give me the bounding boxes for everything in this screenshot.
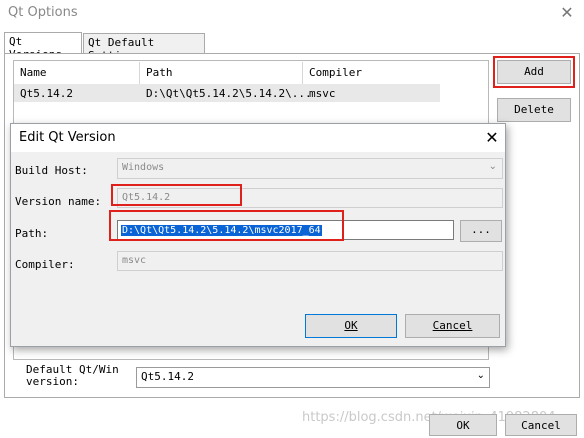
column-separator: [302, 62, 303, 84]
row-path-cell: D:\Qt\Qt5.14.2\5.14.2\...: [146, 87, 312, 100]
default-version-label: Default Qt/Win version:: [26, 363, 119, 388]
tab-qt-versions[interactable]: Qt Versions: [4, 32, 82, 61]
outer-window-title: Qt Options: [8, 5, 78, 20]
row-name-cell: Qt5.14.2: [20, 87, 73, 100]
highlight-box-add: [493, 56, 575, 88]
column-separator: [139, 62, 140, 84]
chevron-down-icon: ⌄: [488, 161, 497, 172]
default-version-value: Qt5.14.2: [141, 370, 194, 383]
column-header-compiler[interactable]: Compiler: [309, 66, 362, 82]
column-header-name[interactable]: Name: [20, 66, 47, 82]
tab-qt-default-settings[interactable]: Qt Default Settings: [83, 33, 205, 62]
compiler-label: Compiler:: [15, 258, 75, 271]
dialog-ok-button[interactable]: OK: [305, 314, 397, 338]
delete-button[interactable]: Delete: [497, 98, 571, 122]
close-icon[interactable]: ✕: [556, 3, 578, 23]
dialog-title: Edit Qt Version: [19, 130, 116, 145]
close-icon[interactable]: ✕: [482, 128, 502, 148]
build-host-select: Windows ⌄: [117, 158, 503, 179]
chevron-down-icon: ⌄: [476, 370, 485, 381]
row-compiler-cell: msvc: [309, 87, 336, 100]
browse-button[interactable]: ...: [460, 220, 502, 242]
dialog-cancel-button[interactable]: Cancel: [405, 314, 500, 338]
outer-ok-button[interactable]: OK: [429, 414, 497, 436]
build-host-label: Build Host:: [15, 164, 88, 177]
compiler-field: msvc: [117, 251, 503, 271]
default-version-select[interactable]: Qt5.14.2 ⌄: [136, 367, 490, 388]
version-name-label: Version name:: [15, 195, 102, 208]
path-label: Path:: [15, 227, 49, 240]
outer-cancel-button[interactable]: Cancel: [505, 414, 577, 436]
highlight-box-path: [109, 210, 344, 241]
column-header-path[interactable]: Path: [146, 66, 173, 82]
outer-title-bar: [0, 0, 584, 28]
highlight-box-version-name: [111, 184, 242, 206]
